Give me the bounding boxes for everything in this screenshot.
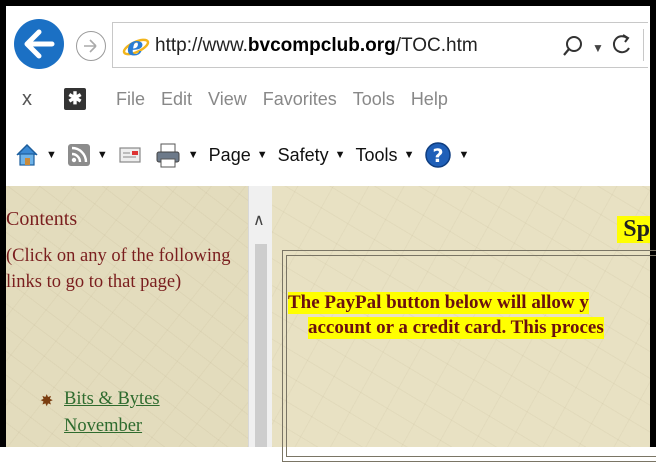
refresh-icon[interactable]: [610, 32, 634, 58]
menu-items: File Edit View Favorites Tools Help: [116, 89, 448, 110]
svg-text:e: e: [127, 32, 144, 60]
print-dropdown-icon[interactable]: ▼: [188, 149, 199, 161]
print-button[interactable]: ▼: [154, 141, 199, 169]
safety-menu-label: Safety: [277, 144, 329, 165]
rss-feed-icon: [67, 144, 90, 166]
paypal-text-line2: account or a credit card. This proces: [308, 317, 604, 339]
printer-icon: [156, 143, 180, 168]
main-frame: Sp The PayPal button below will allow y …: [272, 186, 656, 462]
sidebar-scrollbar[interactable]: ∧: [248, 186, 273, 447]
close-tab-icon[interactable]: x: [22, 88, 32, 111]
internet-explorer-icon: e: [122, 32, 150, 60]
back-button[interactable]: [14, 19, 64, 69]
url-path: /TOC.htm: [395, 35, 478, 56]
feeds-button[interactable]: ▼: [67, 143, 108, 167]
help-icon: ?: [425, 142, 452, 168]
page-menu-button[interactable]: Page ▼: [209, 145, 268, 166]
menu-help[interactable]: Help: [411, 89, 448, 110]
menu-favorites[interactable]: Favorites: [263, 89, 337, 110]
back-arrow-icon: [24, 29, 55, 59]
link-november[interactable]: November: [64, 416, 142, 437]
contents-sidebar: Contents (Click on any of the following …: [6, 186, 248, 447]
address-bar[interactable]: e http://www.bvcompclub.org/TOC.htm ▼: [112, 22, 648, 68]
feeds-dropdown-icon[interactable]: ▼: [97, 149, 108, 161]
forward-button[interactable]: [76, 31, 106, 61]
page-menu-label: Page: [208, 144, 251, 165]
paypal-box-inner: [286, 255, 656, 457]
home-dropdown-icon[interactable]: ▼: [46, 149, 57, 161]
search-dropdown-icon[interactable]: ▼: [592, 41, 604, 55]
scroll-up-icon[interactable]: ∧: [253, 210, 265, 230]
command-bar: ▼ ▼ ▼ Page ▼ Safety ▼ Tools ▼ ? ▼: [6, 126, 650, 184]
scroll-thumb[interactable]: [255, 244, 267, 447]
home-button[interactable]: ▼: [14, 142, 57, 168]
tools-menu-button[interactable]: Tools ▼: [356, 145, 415, 166]
link-bits-and-bytes[interactable]: Bits & Bytes: [64, 389, 160, 410]
search-icon[interactable]: [560, 33, 586, 59]
extension-icon[interactable]: ✱: [64, 88, 86, 110]
url-domain: bvcompclub.org: [247, 35, 396, 56]
home-icon: [16, 143, 38, 166]
main-heading: Sp: [617, 216, 650, 243]
page-dropdown-icon: ▼: [256, 149, 268, 161]
forward-arrow-icon: [84, 39, 97, 53]
help-dropdown-icon[interactable]: ▼: [458, 149, 469, 161]
contents-title: Contents: [6, 208, 78, 230]
tools-menu-label: Tools: [355, 144, 398, 165]
tools-dropdown-icon: ▼: [403, 149, 415, 161]
url-prefix: http://www.: [155, 35, 248, 56]
menu-bar: x ✱ File Edit View Favorites Tools Help: [6, 76, 650, 126]
paypal-text-line1: The PayPal button below will allow y: [288, 292, 589, 314]
menu-tools[interactable]: Tools: [353, 89, 395, 110]
url-text[interactable]: http://www.bvcompclub.org/TOC.htm: [155, 35, 478, 57]
address-toolbar: e http://www.bvcompclub.org/TOC.htm ▼: [6, 6, 650, 76]
address-divider: [643, 29, 644, 61]
mail-button[interactable]: [118, 144, 144, 166]
page-content: Contents (Click on any of the following …: [6, 186, 656, 462]
safety-menu-button[interactable]: Safety ▼: [278, 145, 346, 166]
svg-text:?: ?: [433, 145, 444, 167]
menu-view[interactable]: View: [208, 89, 247, 110]
bullet-star-icon: ✸: [40, 393, 54, 410]
menu-edit[interactable]: Edit: [161, 89, 192, 110]
help-button[interactable]: ? ▼: [424, 141, 469, 169]
contents-instructions: (Click on any of the following links to …: [6, 246, 231, 292]
mail-icon: [119, 147, 141, 163]
menu-file[interactable]: File: [116, 89, 145, 110]
safety-dropdown-icon: ▼: [334, 149, 346, 161]
